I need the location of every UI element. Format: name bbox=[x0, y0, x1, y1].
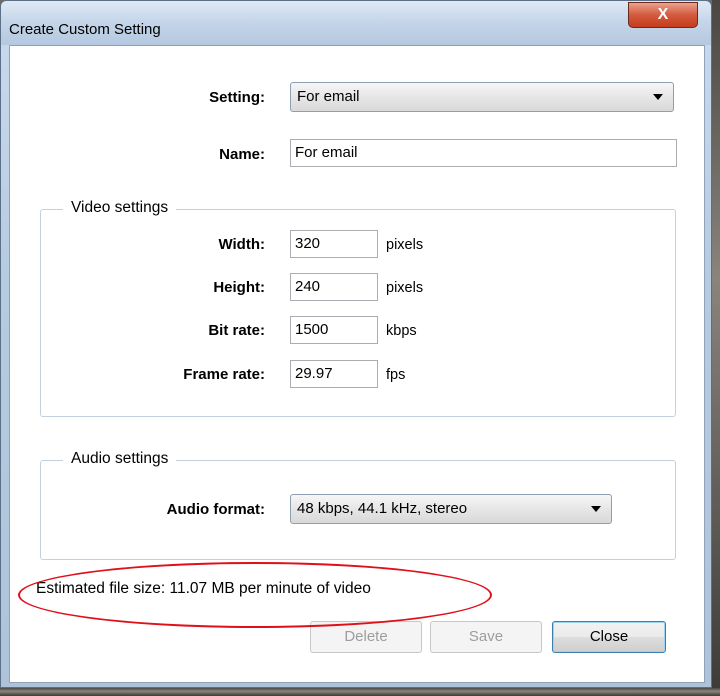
width-field-value: 320 bbox=[295, 235, 321, 252]
width-unit: pixels bbox=[386, 237, 424, 253]
close-button[interactable]: Close bbox=[552, 621, 666, 653]
setting-label: Setting: bbox=[209, 89, 265, 106]
audio-format-label: Audio format: bbox=[166, 501, 265, 518]
bitrate-field-value: 1500 bbox=[295, 321, 329, 338]
close-icon: X bbox=[657, 6, 669, 23]
audio-format-selected-value: 48 kbps, 44.1 kHz, stereo bbox=[297, 500, 468, 517]
setting-dropdown[interactable]: For email bbox=[290, 82, 674, 112]
height-field[interactable]: 240 bbox=[290, 273, 378, 301]
bitrate-unit: kbps bbox=[386, 323, 417, 339]
height-label: Height: bbox=[213, 279, 265, 296]
framerate-field-value: 29.97 bbox=[295, 365, 333, 382]
name-label: Name: bbox=[219, 146, 265, 163]
setting-selected-value: For email bbox=[297, 88, 360, 105]
highlight-ellipse bbox=[18, 562, 492, 628]
name-field[interactable]: For email bbox=[290, 139, 677, 167]
bitrate-label: Bit rate: bbox=[208, 322, 265, 339]
height-field-value: 240 bbox=[295, 278, 321, 295]
framerate-field[interactable]: 29.97 bbox=[290, 360, 378, 388]
framerate-unit: fps bbox=[386, 367, 406, 383]
bitrate-field[interactable]: 1500 bbox=[290, 316, 378, 344]
video-settings-title: Video settings bbox=[63, 199, 177, 217]
height-unit: pixels bbox=[386, 280, 424, 296]
desktop-background-bottom bbox=[0, 688, 720, 696]
audio-format-dropdown[interactable]: 48 kbps, 44.1 kHz, stereo bbox=[290, 494, 612, 524]
width-label: Width: bbox=[218, 236, 265, 253]
name-field-value: For email bbox=[295, 144, 358, 161]
title-bar[interactable]: Create Custom Setting X bbox=[1, 1, 711, 45]
width-field[interactable]: 320 bbox=[290, 230, 378, 258]
audio-settings-title: Audio settings bbox=[63, 450, 177, 468]
close-window-button[interactable]: X bbox=[628, 2, 698, 28]
chevron-down-icon bbox=[653, 94, 663, 100]
desktop-background-right bbox=[712, 0, 720, 696]
window-title: Create Custom Setting bbox=[9, 21, 161, 38]
framerate-label: Frame rate: bbox=[183, 366, 265, 383]
chevron-down-icon bbox=[591, 506, 601, 512]
save-button[interactable]: Save bbox=[430, 621, 542, 653]
